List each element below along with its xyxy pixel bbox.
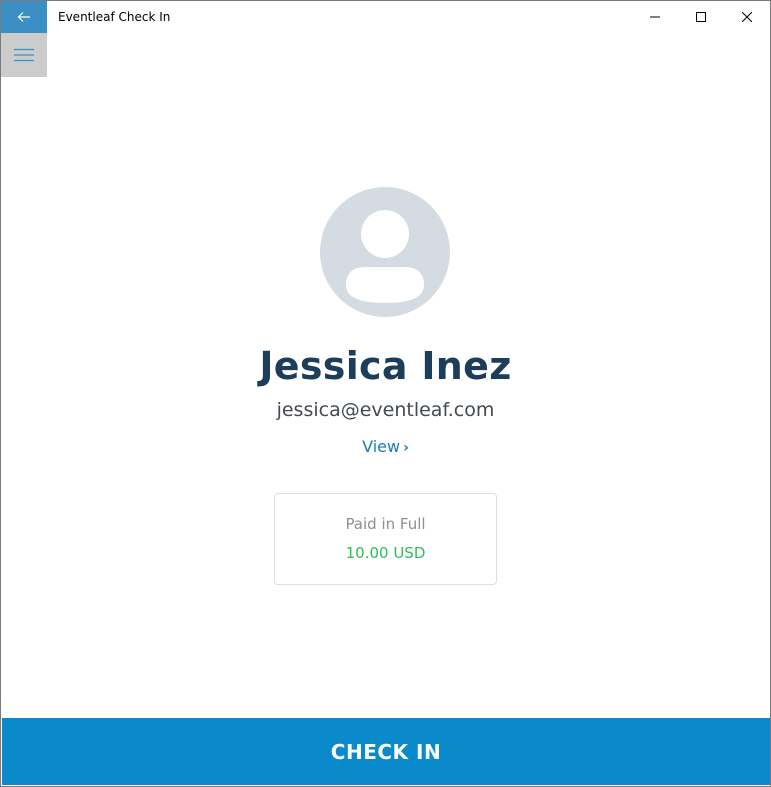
payment-amount: 10.00 USD bbox=[345, 544, 426, 562]
hamburger-icon bbox=[14, 48, 34, 62]
payment-status-card: Paid in Full 10.00 USD bbox=[274, 493, 497, 585]
minimize-icon bbox=[650, 16, 660, 18]
title-bar: Eventleaf Check In bbox=[1, 1, 770, 33]
check-in-button[interactable]: CHECK IN bbox=[2, 718, 770, 785]
maximize-icon bbox=[696, 12, 706, 22]
close-icon bbox=[742, 12, 752, 22]
close-button[interactable] bbox=[724, 1, 770, 33]
view-link-label: View bbox=[362, 437, 401, 456]
attendee-email: jessica@eventleaf.com bbox=[276, 399, 495, 421]
attendee-name: Jessica Inez bbox=[259, 344, 512, 388]
hamburger-menu-button[interactable] bbox=[1, 33, 47, 77]
minimize-button[interactable] bbox=[632, 1, 678, 33]
window-title: Eventleaf Check In bbox=[58, 10, 171, 24]
back-button[interactable] bbox=[1, 1, 47, 33]
payment-status: Paid in Full bbox=[345, 515, 426, 533]
view-attendee-link[interactable]: View › bbox=[1, 437, 770, 456]
maximize-button[interactable] bbox=[678, 1, 724, 33]
chevron-right-icon: › bbox=[403, 440, 409, 456]
back-arrow-icon bbox=[17, 12, 30, 22]
user-avatar-icon bbox=[320, 187, 450, 317]
attendee-avatar bbox=[320, 187, 450, 317]
app-window: Eventleaf Check In Jessica Inez jessica@… bbox=[0, 0, 771, 787]
caption-buttons bbox=[632, 1, 770, 33]
